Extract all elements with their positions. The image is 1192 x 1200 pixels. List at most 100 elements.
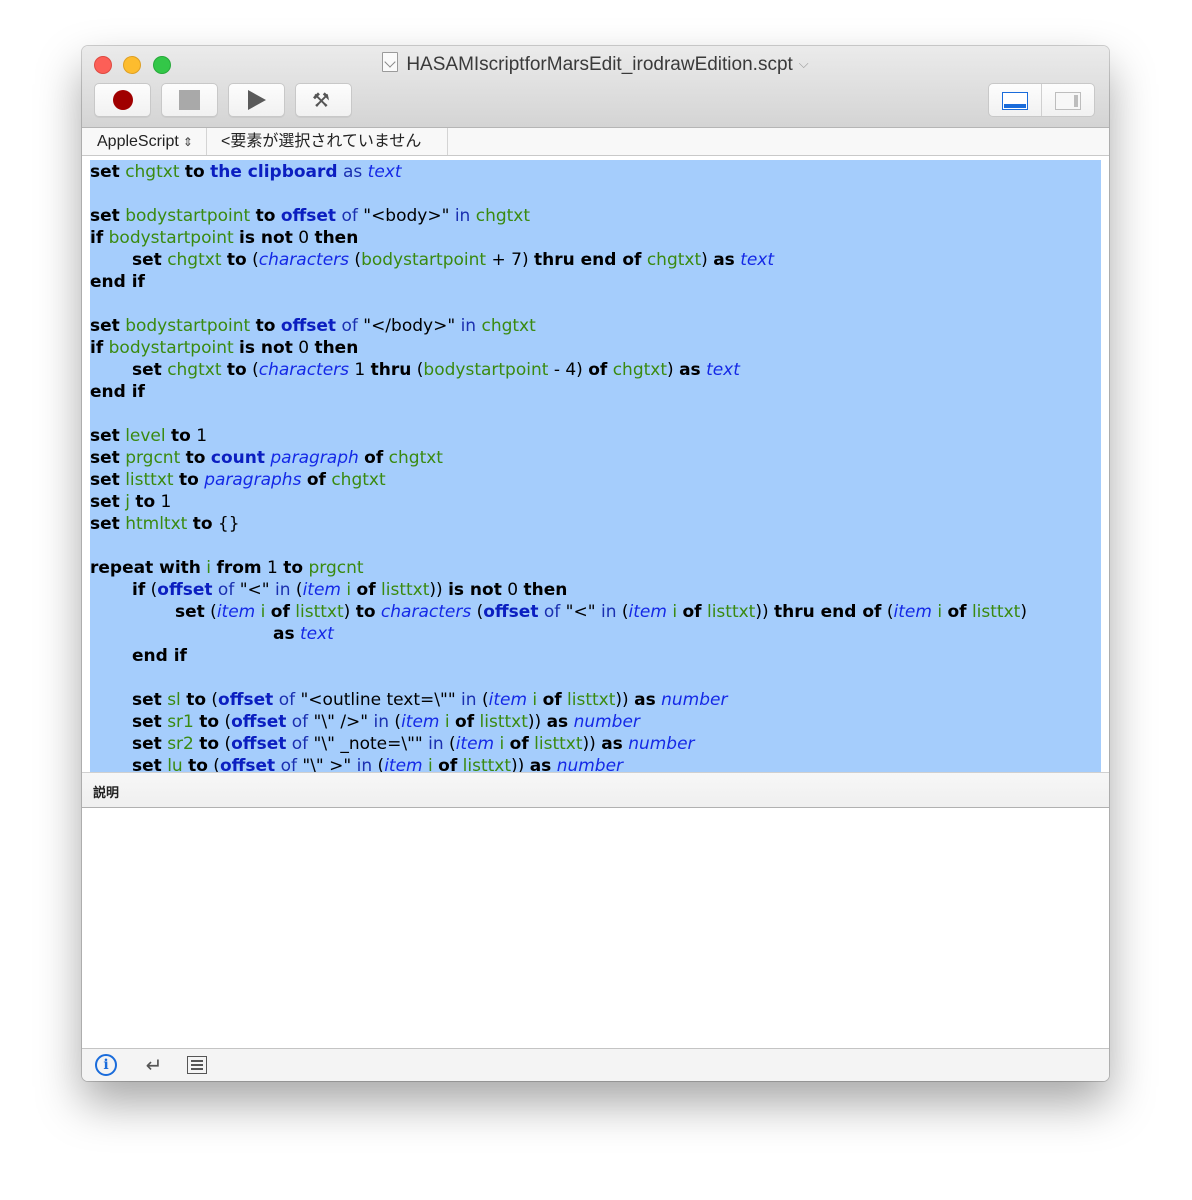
code-token-cls: number [556,756,624,772]
run-button[interactable] [228,83,285,117]
code-line[interactable]: end if [90,645,1101,667]
code-token-txt: ) [1020,602,1027,622]
compile-button[interactable]: ⚒ [295,83,352,117]
code-line[interactable]: if bodystartpoint is not 0 then [90,227,1101,249]
bottom-pane-icon[interactable] [1002,92,1028,110]
code-token-var: listtxt [479,712,528,732]
code-token-txt: ( [246,360,259,380]
code-token-kw: if [90,338,104,358]
code-token-kw: to [192,514,213,534]
description-text-area[interactable] [82,808,1109,1048]
code-token-ap: offset [231,712,287,732]
code-line[interactable]: if bodystartpoint is not 0 then [90,337,1101,359]
code-token-prm: in [275,580,291,600]
view-toggle [988,83,1095,117]
code-line[interactable]: if (offset of "<" in (item i of listtxt)… [90,579,1101,601]
side-pane-icon[interactable] [1055,92,1081,110]
code-line[interactable]: set htmltxt to {} [90,513,1101,535]
code-line[interactable]: set sl to (offset of "<outline text=\"" … [90,689,1101,711]
code-line[interactable]: set chgtxt to the clipboard as text [90,161,1101,183]
code-token-kw: as [679,360,701,380]
code-line[interactable]: set bodystartpoint to offset of "</body>… [90,315,1101,337]
code-line[interactable]: set chgtxt to (characters 1 thru (bodyst… [90,359,1101,381]
window-title[interactable]: HASAMIscriptforMarsEdit_irodrawEdition.s… [82,52,1109,76]
code-token-kw: thru [370,360,412,380]
code-token-cls: paragraphs [204,470,302,490]
code-line[interactable]: set sr1 to (offset of "\" />" in (item i… [90,711,1101,733]
code-token-txt: "\" />" [308,712,374,732]
code-token-txt: {} [212,514,240,534]
code-line[interactable]: set level to 1 [90,425,1101,447]
language-popup[interactable]: AppleScript ⇕ [82,128,207,155]
code-line[interactable]: set (item i of listtxt) to characters (o… [90,601,1101,623]
code-line[interactable] [90,667,1101,689]
code-line[interactable]: set prgcnt to count paragraph of chgtxt [90,447,1101,469]
code-token-var: listtxt [567,690,616,710]
code-token-txt: 1 [349,360,371,380]
code-line[interactable]: set bodystartpoint to offset of "<body>"… [90,205,1101,227]
code-token-cls: paragraph [270,448,359,468]
code-token-prm: in [454,206,471,226]
return-icon[interactable]: ↵ [143,1055,165,1075]
code-token-kw: to [283,558,304,578]
code-line[interactable]: set listtxt to paragraphs of chgtxt [90,469,1101,491]
code-token-kw: of [588,360,608,380]
code-line[interactable]: set j to 1 [90,491,1101,513]
code-token-kw: if [90,228,104,248]
code-token-kw: of [509,734,529,754]
bottom-bar: i ↵ [82,1048,1109,1081]
code-token-kw: then [523,580,568,600]
code-token-prm: in [600,602,617,622]
element-popup[interactable]: <要素が選択されていません>⇕ [206,128,448,177]
code-token-txt: )) [755,602,769,622]
code-line[interactable]: as text [90,623,1101,645]
code-token-kw: of [455,712,475,732]
code-token-prm: of [280,756,297,772]
code-token-cls: characters [258,360,350,380]
code-line[interactable] [90,403,1101,425]
code-token-kw: of [306,470,326,490]
code-line[interactable]: end if [90,381,1101,403]
record-button[interactable] [94,83,151,117]
chevron-down-icon[interactable]: ⌵ [799,56,809,72]
code-line[interactable] [90,183,1101,205]
script-editor-window: HASAMIscriptforMarsEdit_irodrawEdition.s… [82,46,1109,1081]
code-token-txt: ( [290,580,303,600]
code-token-ap: offset [483,602,539,622]
code-token-txt: )) [511,756,525,772]
code-token-var: sr1 [167,712,194,732]
code-line[interactable]: set chgtxt to (characters (bodystartpoin… [90,249,1101,271]
info-icon[interactable]: i [95,1054,117,1076]
stop-button[interactable] [161,83,218,117]
window-title-text: HASAMIscriptforMarsEdit_irodrawEdition.s… [406,54,793,75]
code-token-txt: ( [471,602,484,622]
code-token-kw: then [314,338,359,358]
code-text[interactable]: set chgtxt to the clipboard as text set b… [90,160,1101,772]
code-token-kw: to [188,756,208,772]
record-icon [113,90,133,110]
code-token-cls: number [661,690,728,710]
code-token-ap: offset [219,756,276,772]
code-token-txt: )) [527,712,542,732]
code-line[interactable]: set lu to (offset of "\" >" in (item i o… [90,755,1101,772]
play-icon [248,90,266,110]
code-token-kw: to [135,492,156,512]
code-token-kw: set [90,514,120,534]
code-line[interactable]: set sr2 to (offset of "\" _note=\"" in (… [90,733,1101,755]
code-line[interactable]: repeat with i from 1 to prgcnt [90,557,1101,579]
script-editor[interactable]: set chgtxt to the clipboard as text set b… [82,156,1109,772]
list-icon[interactable] [187,1056,207,1074]
code-token-txt: "\" >" [296,756,357,772]
code-token-txt: ( [246,250,259,270]
code-line[interactable] [90,293,1101,315]
code-token-kw: set [132,712,162,732]
code-token-cls: text [740,250,775,270]
code-token-txt: ( [476,690,489,710]
code-token-kw: end if [90,272,145,292]
code-token-txt: ( [389,712,402,732]
code-token-txt: "\" _note=\"" [308,734,429,754]
code-token-prm: of [217,580,235,600]
code-token-kw: to [355,602,376,622]
code-line[interactable] [90,535,1101,557]
code-line[interactable]: end if [90,271,1101,293]
